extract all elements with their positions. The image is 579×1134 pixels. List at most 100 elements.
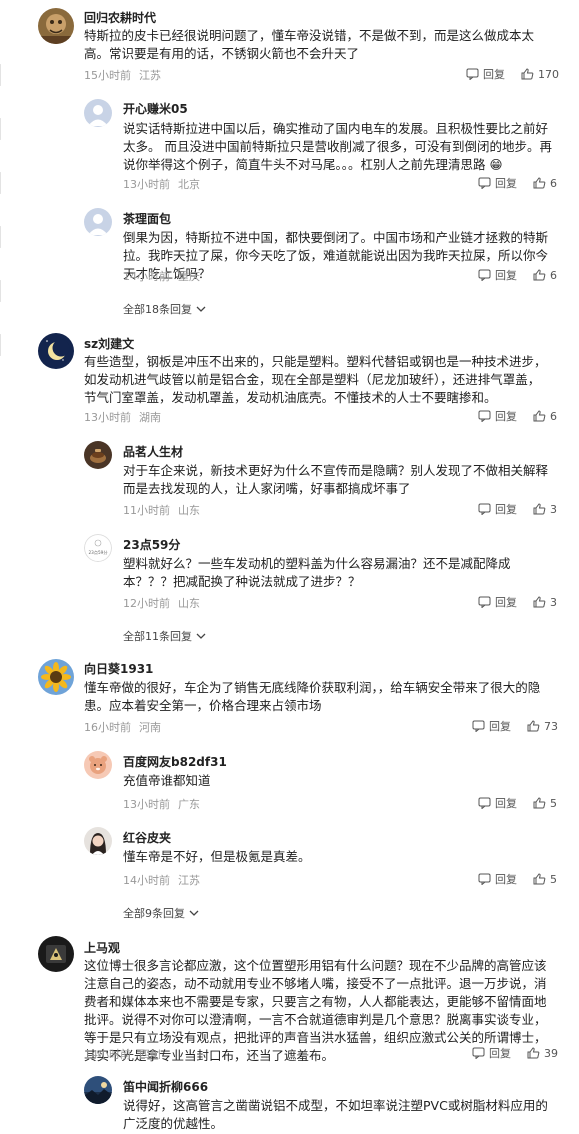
reply-button[interactable]: 回复: [478, 594, 517, 610]
timestamp: 14小时前: [123, 874, 170, 887]
edge-tab: [0, 118, 4, 140]
timestamp: 14小时前: [123, 270, 170, 283]
comment-meta: 14小时前 四川: [84, 1046, 161, 1062]
reply-label: 回复: [495, 177, 517, 190]
reply-actions: 回复 3: [478, 501, 557, 517]
username[interactable]: 红谷皮夹: [123, 829, 171, 846]
username[interactable]: 笛中闻折柳666: [123, 1078, 208, 1095]
location: 四川: [139, 1048, 161, 1061]
timestamp: 15小时前: [84, 69, 131, 82]
comment-actions: 回复 73: [472, 718, 558, 734]
like-count: 3: [550, 595, 557, 609]
avatar[interactable]: [84, 827, 112, 855]
location: 广东: [178, 798, 200, 811]
like-count: 73: [544, 719, 558, 733]
location: 江苏: [139, 69, 161, 82]
like-count: 39: [544, 1046, 558, 1060]
location: 山东: [178, 597, 200, 610]
avatar[interactable]: [84, 99, 112, 127]
thumbs-up-icon: [533, 410, 546, 422]
thumbs-up-icon: [527, 720, 540, 732]
comment-meta: 13小时前 湖南: [84, 409, 161, 425]
timestamp: 12小时前: [123, 597, 170, 610]
reply-label: 回复: [495, 596, 517, 609]
like-count: 6: [550, 409, 557, 423]
like-button[interactable]: 6: [533, 410, 557, 423]
reply-meta: 13小时前 北京: [123, 176, 200, 192]
reply-actions: 回复 5: [478, 871, 557, 887]
like-button[interactable]: 3: [533, 596, 557, 609]
avatar[interactable]: [84, 1076, 112, 1104]
reply-text: 充值帝谁都知道: [123, 773, 211, 788]
show-all-replies-button[interactable]: 全部18条回复: [123, 301, 206, 317]
username[interactable]: 向日葵1931: [84, 660, 153, 677]
avatar[interactable]: 23点59分: [84, 534, 112, 562]
reply-label: 回复: [483, 68, 505, 81]
reply-button[interactable]: 回复: [478, 175, 517, 191]
like-button[interactable]: 6: [533, 269, 557, 282]
reply-meta: 12小时前 山东: [123, 595, 200, 611]
reply-meta: 14小时前 重庆: [123, 268, 200, 284]
like-button[interactable]: 39: [527, 1047, 558, 1060]
reply-button[interactable]: 回复: [472, 1045, 511, 1061]
reply-button[interactable]: 回复: [478, 267, 517, 283]
chevron-down-icon: [189, 910, 199, 916]
reply-button[interactable]: 回复: [478, 501, 517, 517]
like-button[interactable]: 3: [533, 503, 557, 516]
avatar[interactable]: [84, 441, 112, 469]
comment-actions: 回复 39: [472, 1045, 558, 1061]
username[interactable]: 上马观: [84, 939, 120, 956]
timestamp: 13小时前: [123, 798, 170, 811]
thumbs-up-icon: [533, 177, 546, 189]
reply-icon: [478, 269, 491, 281]
username[interactable]: 23点59分: [123, 536, 180, 553]
avatar[interactable]: [38, 8, 74, 44]
reply-label: 回复: [489, 1047, 511, 1060]
reply-button[interactable]: 回复: [478, 871, 517, 887]
show-all-replies-label: 全部9条回复: [123, 907, 185, 920]
reply-icon: [478, 410, 491, 422]
username[interactable]: 品茗人生材: [123, 443, 183, 460]
thumbs-up-icon: [533, 596, 546, 608]
like-button[interactable]: 5: [533, 873, 557, 886]
reply-label: 回复: [495, 503, 517, 516]
reply-actions: 回复 3: [478, 594, 557, 610]
like-button[interactable]: 170: [521, 68, 559, 81]
show-all-replies-button[interactable]: 全部9条回复: [123, 905, 199, 921]
username[interactable]: 开心赚米05: [123, 100, 188, 117]
reply-button[interactable]: 回复: [478, 795, 517, 811]
like-button[interactable]: 6: [533, 177, 557, 190]
username[interactable]: sz刘建文: [84, 335, 134, 352]
thumbs-up-icon: [533, 503, 546, 515]
avatar[interactable]: [84, 751, 112, 779]
avatar[interactable]: [84, 208, 112, 236]
thumbs-up-icon: [527, 1047, 540, 1059]
comment-meta: 16小时前 河南: [84, 719, 161, 735]
location: 江苏: [178, 874, 200, 887]
avatar[interactable]: [38, 333, 74, 369]
comment-actions: 回复 6: [478, 408, 557, 424]
like-count: 170: [538, 67, 559, 81]
reply-meta: 11小时前 山东: [123, 502, 200, 518]
reply-button[interactable]: 回复: [478, 408, 517, 424]
reply-icon: [478, 177, 491, 189]
timestamp: 13小时前: [123, 178, 170, 191]
avatar[interactable]: [38, 936, 74, 972]
reply-icon: [478, 873, 491, 885]
avatar[interactable]: [38, 659, 74, 695]
like-count: 5: [550, 872, 557, 886]
username[interactable]: 百度网友b82df31: [123, 753, 227, 770]
comment-text: 懂车帝做的很好，车企为了销售无底线降价获取利润，，给车辆安全带来了很大的隐患。应…: [84, 680, 541, 713]
reply-button[interactable]: 回复: [472, 718, 511, 734]
like-button[interactable]: 73: [527, 720, 558, 733]
location: 河南: [139, 721, 161, 734]
thumbs-up-icon: [533, 269, 546, 281]
username[interactable]: 回归农耕时代: [84, 9, 156, 26]
reply-actions: 回复 5: [478, 795, 557, 811]
reply-meta: 13小时前 广东: [123, 796, 200, 812]
reply-button[interactable]: 回复: [466, 66, 505, 82]
reply-text: 说得好，这高管言之凿凿说铝不成型，不如坦率说注塑PVC或树脂材料应用的广泛度的优…: [123, 1098, 548, 1131]
show-all-replies-button[interactable]: 全部11条回复: [123, 628, 206, 644]
like-button[interactable]: 5: [533, 797, 557, 810]
username[interactable]: 茶理面包: [123, 210, 171, 227]
